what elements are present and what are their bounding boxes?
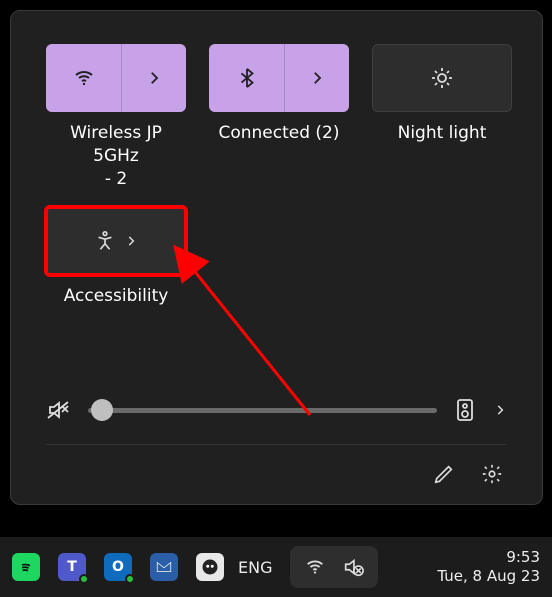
audio-output-expand[interactable]	[493, 403, 507, 417]
quick-tiles-row-1: Wireless JP 5GHz - 2 Connected (2)	[46, 44, 507, 191]
nightlight-label: Night light	[398, 122, 487, 168]
bluetooth-label: Connected (2)	[218, 122, 339, 168]
volume-slider-thumb[interactable]	[91, 399, 113, 421]
nightlight-tile-group: Night light	[372, 44, 512, 191]
taskbar: T O ENG 9:53 Tue, 8 Au	[0, 537, 552, 597]
bluetooth-tile-group: Connected (2)	[209, 44, 349, 191]
spotify-app-icon[interactable]	[12, 553, 40, 581]
volume-slider[interactable]	[88, 408, 437, 413]
thunderbird-app-icon[interactable]	[150, 553, 178, 581]
app-icon[interactable]	[196, 553, 224, 581]
quick-settings-panel: Wireless JP 5GHz - 2 Connected (2)	[10, 10, 543, 505]
tray-wifi-icon[interactable]	[304, 556, 326, 578]
wifi-tile[interactable]	[46, 44, 186, 112]
wifi-icon	[46, 66, 121, 90]
edit-quick-settings-button[interactable]	[429, 459, 459, 489]
tray-volume-icon[interactable]	[342, 556, 364, 578]
accessibility-label: Accessibility	[64, 285, 169, 331]
bluetooth-expand[interactable]	[284, 44, 349, 112]
status-badge-icon	[79, 574, 89, 584]
settings-button[interactable]	[477, 459, 507, 489]
nightlight-tile[interactable]	[372, 44, 512, 112]
teams-app-icon[interactable]: T	[58, 553, 86, 581]
wifi-tile-group: Wireless JP 5GHz - 2	[46, 44, 186, 191]
volume-row	[46, 394, 507, 444]
nightlight-icon	[373, 66, 511, 90]
accessibility-expand[interactable]	[124, 234, 138, 248]
audio-output-icon[interactable]	[455, 398, 475, 422]
panel-footer	[46, 444, 507, 489]
quick-tiles-row-2: Accessibility	[46, 207, 507, 331]
taskbar-clock[interactable]: 9:53 Tue, 8 Aug 23	[437, 548, 540, 587]
clock-date: Tue, 8 Aug 23	[437, 567, 540, 587]
outlook-app-icon[interactable]: O	[104, 553, 132, 581]
accessibility-tile[interactable]	[46, 207, 186, 275]
clock-time: 9:53	[437, 548, 540, 568]
taskbar-apps: T O	[12, 553, 224, 581]
volume-mute-icon[interactable]	[46, 398, 70, 422]
accessibility-icon	[94, 230, 116, 252]
wifi-expand[interactable]	[121, 44, 186, 112]
accessibility-tile-group: Accessibility	[46, 207, 186, 331]
bluetooth-icon	[209, 67, 284, 89]
language-indicator[interactable]: ENG	[238, 558, 272, 577]
system-tray[interactable]	[290, 546, 378, 588]
wifi-label: Wireless JP 5GHz - 2	[46, 122, 186, 191]
status-badge-icon	[125, 574, 135, 584]
bluetooth-tile[interactable]	[209, 44, 349, 112]
